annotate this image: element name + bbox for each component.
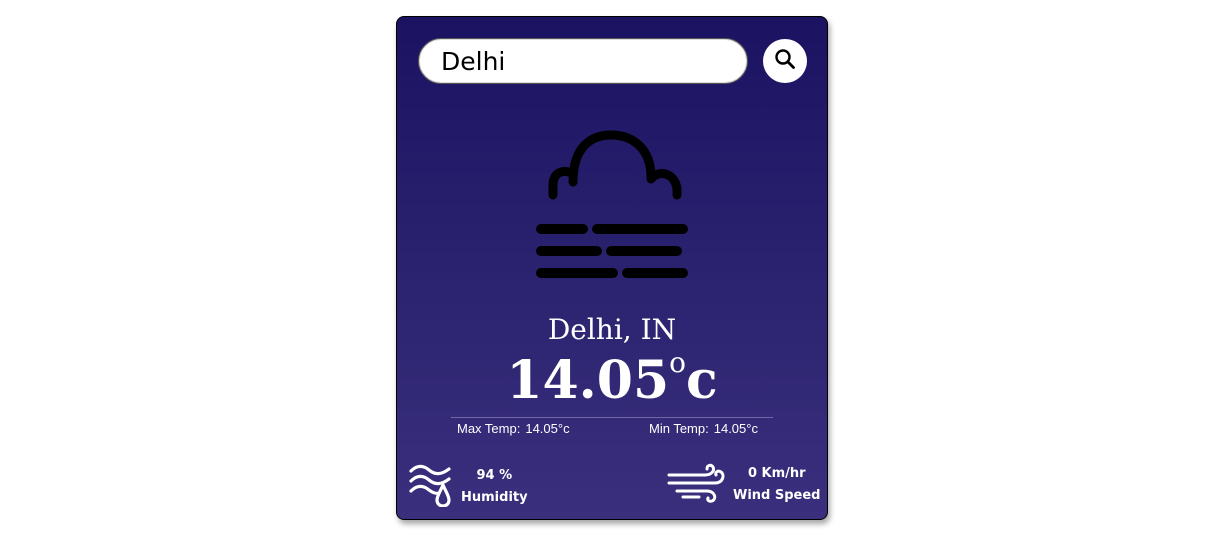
temperature-value: 14.05: [506, 350, 670, 411]
wind-stat: 0 Km/hr Wind Speed: [667, 463, 821, 507]
humidity-label: Humidity: [461, 490, 528, 505]
temperature-unit: c: [686, 350, 718, 411]
wind-speed-value: 0 Km/hr: [747, 466, 806, 481]
weather-card: Delhi Delhi, IN 14.05oc Max Temp: 14.05°…: [396, 16, 828, 520]
wind-icon: [667, 463, 727, 507]
city-name: Delhi, IN: [547, 313, 677, 346]
humidity-icon: [409, 463, 457, 511]
current-temperature: 14.05oc: [397, 347, 827, 411]
max-temp: Max Temp: 14.05°c: [457, 421, 570, 436]
fog-icon: [535, 127, 691, 283]
max-temp-label: Max Temp:: [457, 421, 521, 436]
min-temp-value: 14.05°c: [713, 421, 758, 436]
search-button[interactable]: [763, 39, 807, 83]
divider: [451, 417, 773, 418]
max-temp-value: 14.05°c: [525, 421, 570, 436]
min-temp: Min Temp: 14.05°c: [649, 421, 758, 436]
wind-speed-label: Wind Speed: [733, 488, 821, 503]
degree-symbol: o: [669, 346, 687, 379]
min-temp-label: Min Temp:: [649, 421, 709, 436]
search-input-value: Delhi: [441, 46, 506, 76]
search-icon: [774, 48, 796, 74]
humidity-stat: 94 % Humidity: [409, 463, 528, 511]
search-input[interactable]: Delhi: [418, 38, 748, 84]
humidity-value: 94 %: [476, 468, 513, 483]
